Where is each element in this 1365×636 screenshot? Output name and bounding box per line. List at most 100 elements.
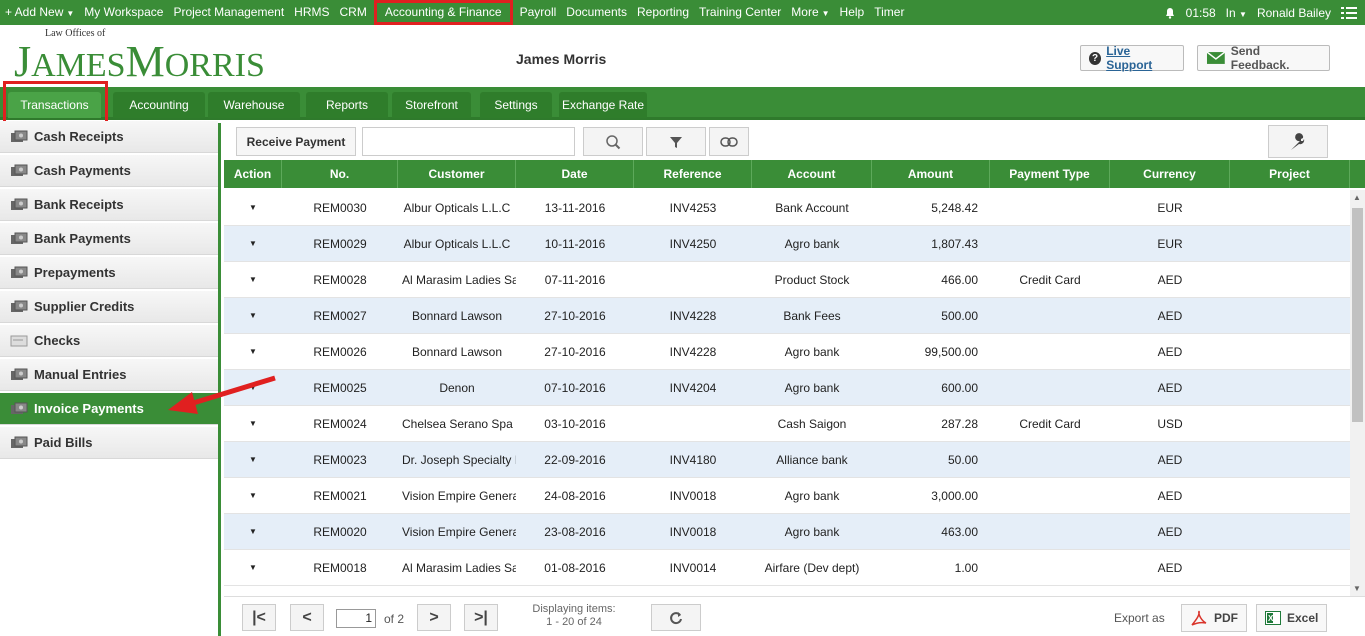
- link-button[interactable]: [709, 127, 749, 156]
- sidebar-item-cash-payments[interactable]: Cash Payments: [0, 155, 218, 187]
- column-header-payment-type[interactable]: Payment Type: [990, 160, 1110, 188]
- column-header-customer[interactable]: Customer: [398, 160, 516, 188]
- settings-button[interactable]: [1268, 125, 1328, 158]
- row-action-dropdown-icon[interactable]: ▼: [224, 455, 282, 464]
- user-name[interactable]: Ronald Bailey: [1257, 6, 1331, 20]
- tab-reports[interactable]: Reports: [306, 92, 388, 118]
- column-header-account[interactable]: Account: [752, 160, 872, 188]
- page-number-input[interactable]: 1: [336, 609, 376, 628]
- next-page-button[interactable]: >: [417, 604, 451, 631]
- topnav-item[interactable]: Training Center: [694, 0, 786, 25]
- table-row[interactable]: ▼ REM0021 Vision Empire Genera 24-08-2016 IN…: [224, 478, 1350, 514]
- topnav-item[interactable]: CRM: [335, 0, 372, 25]
- sidebar-item-paid-bills[interactable]: Paid Bills: [0, 427, 218, 459]
- row-action-dropdown-icon[interactable]: ▼: [224, 419, 282, 428]
- search-input[interactable]: [362, 127, 575, 156]
- table-cell: Agro bank: [784, 344, 840, 359]
- attendance-label: In: [1225, 5, 1236, 20]
- envelope-icon: [1206, 51, 1226, 64]
- sidebar-item-label: Prepayments: [34, 265, 116, 280]
- topnav-item[interactable]: My Workspace: [79, 0, 168, 25]
- table-cell: Bank Fees: [783, 308, 841, 323]
- sidebar-item-bank-receipts[interactable]: Bank Receipts: [0, 189, 218, 221]
- column-header-date[interactable]: Date: [516, 160, 634, 188]
- send-feedback-button[interactable]: Send Feedback.: [1197, 44, 1330, 72]
- row-action-dropdown-icon[interactable]: ▼: [224, 311, 282, 320]
- table-row[interactable]: ▼ REM0020 Vision Empire Genera 23-08-2016 IN…: [224, 514, 1350, 550]
- scrollbar-thumb[interactable]: [1352, 208, 1363, 422]
- topnav-item[interactable]: Reporting: [632, 0, 694, 25]
- live-support-label: Live Support: [1106, 44, 1153, 72]
- toolbar: Receive Payment: [224, 123, 1365, 160]
- table-cell: Agro bank: [784, 488, 840, 503]
- table-row[interactable]: ▼ REM0027 Bonnard Lawson 27-10-2016 INV4228 B…: [224, 298, 1350, 334]
- first-page-button[interactable]: |<: [242, 604, 276, 631]
- table-row[interactable]: ▼ REM0029 Albur Opticals L.L.C 10-11-2016 IN…: [224, 226, 1350, 262]
- topnav-item[interactable]: Timer: [869, 0, 909, 25]
- column-header-reference[interactable]: Reference: [634, 160, 752, 188]
- live-support-button[interactable]: ? Live Support: [1080, 44, 1184, 72]
- table-row[interactable]: ▼ REM0026 Bonnard Lawson 27-10-2016 INV4228 A…: [224, 334, 1350, 370]
- row-action-dropdown-icon[interactable]: ▼: [224, 203, 282, 212]
- table-cell: Product Stock: [774, 272, 850, 287]
- last-page-button[interactable]: >|: [464, 604, 498, 631]
- table-cell: 23-08-2016: [544, 524, 606, 539]
- tab-warehouse[interactable]: Warehouse: [208, 92, 300, 118]
- row-action-dropdown-icon[interactable]: ▼: [224, 527, 282, 536]
- table-row[interactable]: ▼ REM0024 Chelsea Serano Spa 03-10-2016 Cash…: [224, 406, 1350, 442]
- table-row[interactable]: ▼ REM0028 Al Marasim Ladies Sa 07-11-2016 Pr…: [224, 262, 1350, 298]
- topnav-item[interactable]: Documents: [561, 0, 632, 25]
- scroll-down-icon[interactable]: ▼: [1353, 584, 1361, 593]
- receive-payment-button[interactable]: Receive Payment: [236, 127, 356, 156]
- tab-exchange-rate[interactable]: Exchange Rate: [559, 92, 647, 118]
- sidebar-item-label: Paid Bills: [34, 435, 93, 450]
- filter-button[interactable]: [646, 127, 706, 156]
- sidebar-item-checks[interactable]: Checks: [0, 325, 218, 357]
- topnav-item[interactable]: Project Management: [168, 0, 289, 25]
- table-cell: AED: [1157, 560, 1183, 575]
- column-header-no[interactable]: No.: [282, 160, 398, 188]
- table-cell: Alliance bank: [776, 452, 848, 467]
- topnav-item[interactable]: HRMS: [289, 0, 334, 25]
- table-row[interactable]: ▼ REM0030 Albur Opticals L.L.C 13-11-2016 IN…: [224, 190, 1350, 226]
- top-nav-bar: + Add New ▼ My Workspace Project Management…: [0, 0, 1365, 25]
- column-header-currency[interactable]: Currency: [1110, 160, 1230, 188]
- row-action-dropdown-icon[interactable]: ▼: [224, 491, 282, 500]
- table-cell: REM0021: [313, 488, 367, 503]
- table-row[interactable]: ▼ REM0023 Dr. Joseph Specialty I 22-09-2016…: [224, 442, 1350, 478]
- tab-accounting[interactable]: Accounting: [113, 92, 205, 118]
- column-header-action[interactable]: Action: [224, 160, 282, 188]
- column-header-project[interactable]: Project: [1230, 160, 1350, 188]
- tab-storefront[interactable]: Storefront: [392, 92, 471, 118]
- row-action-dropdown-icon[interactable]: ▼: [224, 275, 282, 284]
- row-action-dropdown-icon[interactable]: ▼: [224, 347, 282, 356]
- table-cell: 463.00: [941, 524, 978, 539]
- export-pdf-button[interactable]: PDF: [1181, 604, 1247, 632]
- export-label: Export as: [1114, 611, 1165, 625]
- menu-grid-icon[interactable]: [1341, 6, 1357, 20]
- refresh-button[interactable]: [651, 604, 701, 631]
- topnav-item[interactable]: Help: [835, 0, 870, 25]
- sidebar-item-bank-payments[interactable]: Bank Payments: [0, 223, 218, 255]
- sidebar-item-prepayments[interactable]: Prepayments: [0, 257, 218, 289]
- scroll-up-icon[interactable]: ▲: [1353, 193, 1361, 202]
- table-row[interactable]: ▼ REM0018 Al Marasim Ladies Sa 01-08-2016 IN…: [224, 550, 1350, 586]
- column-header-amount[interactable]: Amount: [872, 160, 990, 188]
- bell-icon[interactable]: [1164, 7, 1176, 19]
- topnav-item[interactable]: + Add New ▼: [0, 0, 79, 26]
- topnav-item[interactable]: More ▼: [786, 0, 834, 26]
- row-action-dropdown-icon[interactable]: ▼: [224, 563, 282, 572]
- table-row[interactable]: ▼ REM0025 Denon 07-10-2016 INV4204 Agro bank 6…: [224, 370, 1350, 406]
- attendance-status[interactable]: In ▼: [1226, 6, 1247, 20]
- table-cell: 24-08-2016: [544, 488, 606, 503]
- topnav-item[interactable]: Accounting & Finance: [373, 0, 513, 25]
- topnav-item[interactable]: Payroll: [515, 0, 562, 25]
- sidebar-item-cash-receipts[interactable]: Cash Receipts: [0, 121, 218, 153]
- sidebar-item-supplier-credits[interactable]: Supplier Credits: [0, 291, 218, 323]
- prev-page-button[interactable]: <: [290, 604, 324, 631]
- row-action-dropdown-icon[interactable]: ▼: [224, 239, 282, 248]
- displaying-range: 1 - 20 of 24: [546, 616, 602, 628]
- search-button[interactable]: [583, 127, 643, 156]
- tab-settings[interactable]: Settings: [480, 92, 552, 118]
- export-excel-button[interactable]: X Excel: [1256, 604, 1328, 632]
